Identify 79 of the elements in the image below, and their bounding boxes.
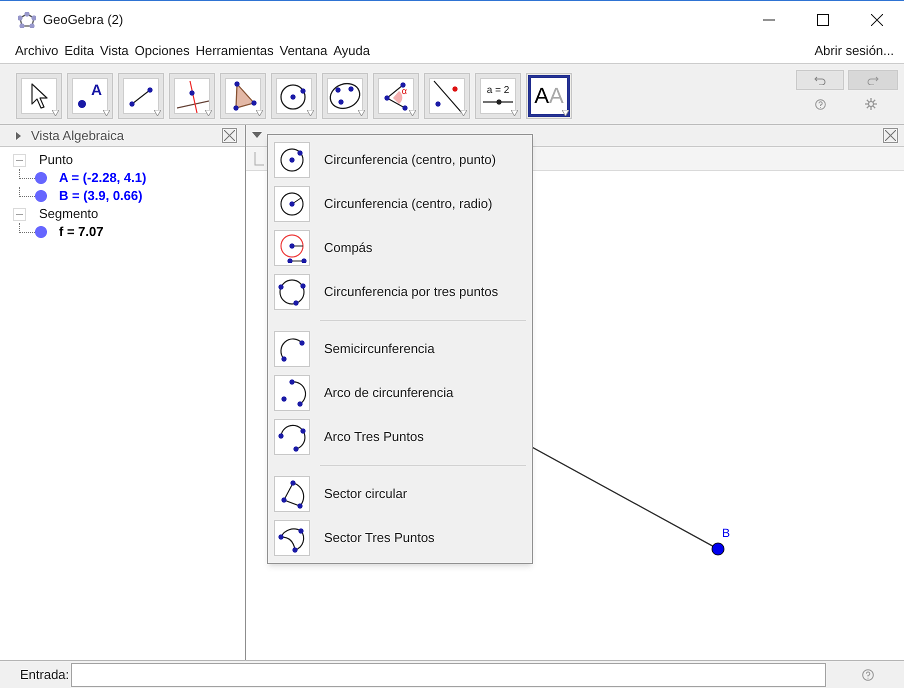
dropdown-triangle-icon: [460, 110, 467, 116]
dropdown-triangle-icon: [511, 110, 518, 116]
dropdown-triangle-icon: [409, 110, 416, 116]
close-view-button[interactable]: [883, 128, 898, 143]
close-view-button[interactable]: [222, 128, 237, 143]
undo-button[interactable]: [796, 70, 844, 90]
tool-button[interactable]: a = 2: [475, 73, 521, 119]
help-icon: [862, 668, 874, 680]
tool-button[interactable]: [271, 73, 317, 119]
window-title: GeoGebra (2): [43, 11, 124, 30]
menu-item[interactable]: Arco de circunferencia: [268, 371, 532, 415]
tool-button[interactable]: [220, 73, 266, 119]
close-icon: [224, 130, 235, 141]
app-logo-icon: [18, 12, 36, 28]
point-label: B: [722, 525, 730, 542]
category-label: Punto: [39, 151, 73, 170]
menu-item[interactable]: Arco Tres Puntos: [268, 415, 532, 459]
menu-item[interactable]: Circunferencia (centro, radio): [268, 182, 532, 226]
menu-item[interactable]: Semicircunferencia: [268, 327, 532, 371]
menu-item[interactable]: Opciones: [134, 41, 190, 61]
menu-item[interactable]: Sector Tres Puntos: [268, 516, 532, 560]
help-button[interactable]: [862, 668, 874, 680]
close-icon: [885, 130, 896, 141]
undo-icon: [814, 76, 826, 84]
input-label: Entrada:: [20, 666, 70, 684]
sign-in-link[interactable]: Abrir sesión...: [814, 41, 894, 61]
view-title: Vista Algebraica: [31, 126, 124, 145]
category-label: Segmento: [39, 205, 98, 224]
object-definition: f = 7.07: [59, 223, 104, 242]
text-style-label: AA: [534, 85, 564, 107]
circle-three-points-icon: [277, 277, 307, 307]
dropdown-triangle-icon: [562, 110, 569, 116]
dropdown-triangle-icon: [358, 110, 365, 116]
menu-item[interactable]: Ayuda: [333, 41, 370, 61]
dropdown-triangle-icon: [256, 110, 263, 116]
expand-triangle-icon: [16, 132, 21, 140]
view-menu-button[interactable]: [252, 132, 264, 140]
close-icon: [871, 14, 883, 26]
tool-button[interactable]: [16, 73, 62, 119]
dropdown-triangle-icon: [154, 110, 161, 116]
help-icon: [814, 98, 826, 110]
tool-button[interactable]: [424, 73, 470, 119]
slider-icon: [481, 97, 515, 107]
angle-label: α: [402, 85, 407, 98]
collapse-toggle[interactable]: [13, 208, 26, 220]
redo-icon: [867, 76, 879, 84]
point-label: A: [91, 81, 102, 101]
menu-item[interactable]: Circunferencia por tres puntos: [268, 270, 532, 314]
point-icon: [78, 100, 86, 108]
menu-item[interactable]: Herramientas: [196, 41, 274, 61]
dropdown-triangle-icon: [307, 110, 314, 116]
menu-item[interactable]: Ventana: [280, 41, 328, 61]
dropdown-triangle-icon: [52, 110, 59, 116]
object-definition: A = (-2.28, 4.1): [59, 169, 146, 188]
menu-item[interactable]: Archivo: [15, 41, 58, 61]
menu-item[interactable]: Circunferencia (centro, punto): [268, 138, 532, 182]
menu-item[interactable]: Compás: [268, 226, 532, 270]
perpendicular-line-icon: [175, 79, 209, 113]
dropdown-triangle-icon: [205, 110, 212, 116]
tool-button[interactable]: [322, 73, 368, 119]
menu-item[interactable]: Edita: [64, 41, 94, 61]
input-field[interactable]: [71, 662, 826, 686]
slider-label: a = 2: [486, 85, 510, 97]
tool-button[interactable]: AA: [526, 73, 572, 119]
maximize-icon: [817, 14, 829, 26]
tool-button[interactable]: [169, 73, 215, 119]
tool-button[interactable]: A: [67, 73, 113, 119]
tool-button[interactable]: [118, 73, 164, 119]
axes-icon: [254, 152, 264, 166]
dropdown-icon: [252, 132, 262, 138]
menu-item[interactable]: Sector circular: [268, 472, 532, 516]
dropdown-triangle-icon: [103, 110, 110, 116]
tool-button[interactable]: α: [373, 73, 419, 119]
collapse-toggle[interactable]: [13, 154, 26, 166]
point-b[interactable]: [712, 542, 724, 556]
arc-three-points-icon: [277, 422, 307, 452]
settings-icon: [865, 98, 877, 110]
menu-item[interactable]: Vista: [100, 41, 129, 61]
object-definition: B = (3.9, 0.66): [59, 187, 142, 206]
